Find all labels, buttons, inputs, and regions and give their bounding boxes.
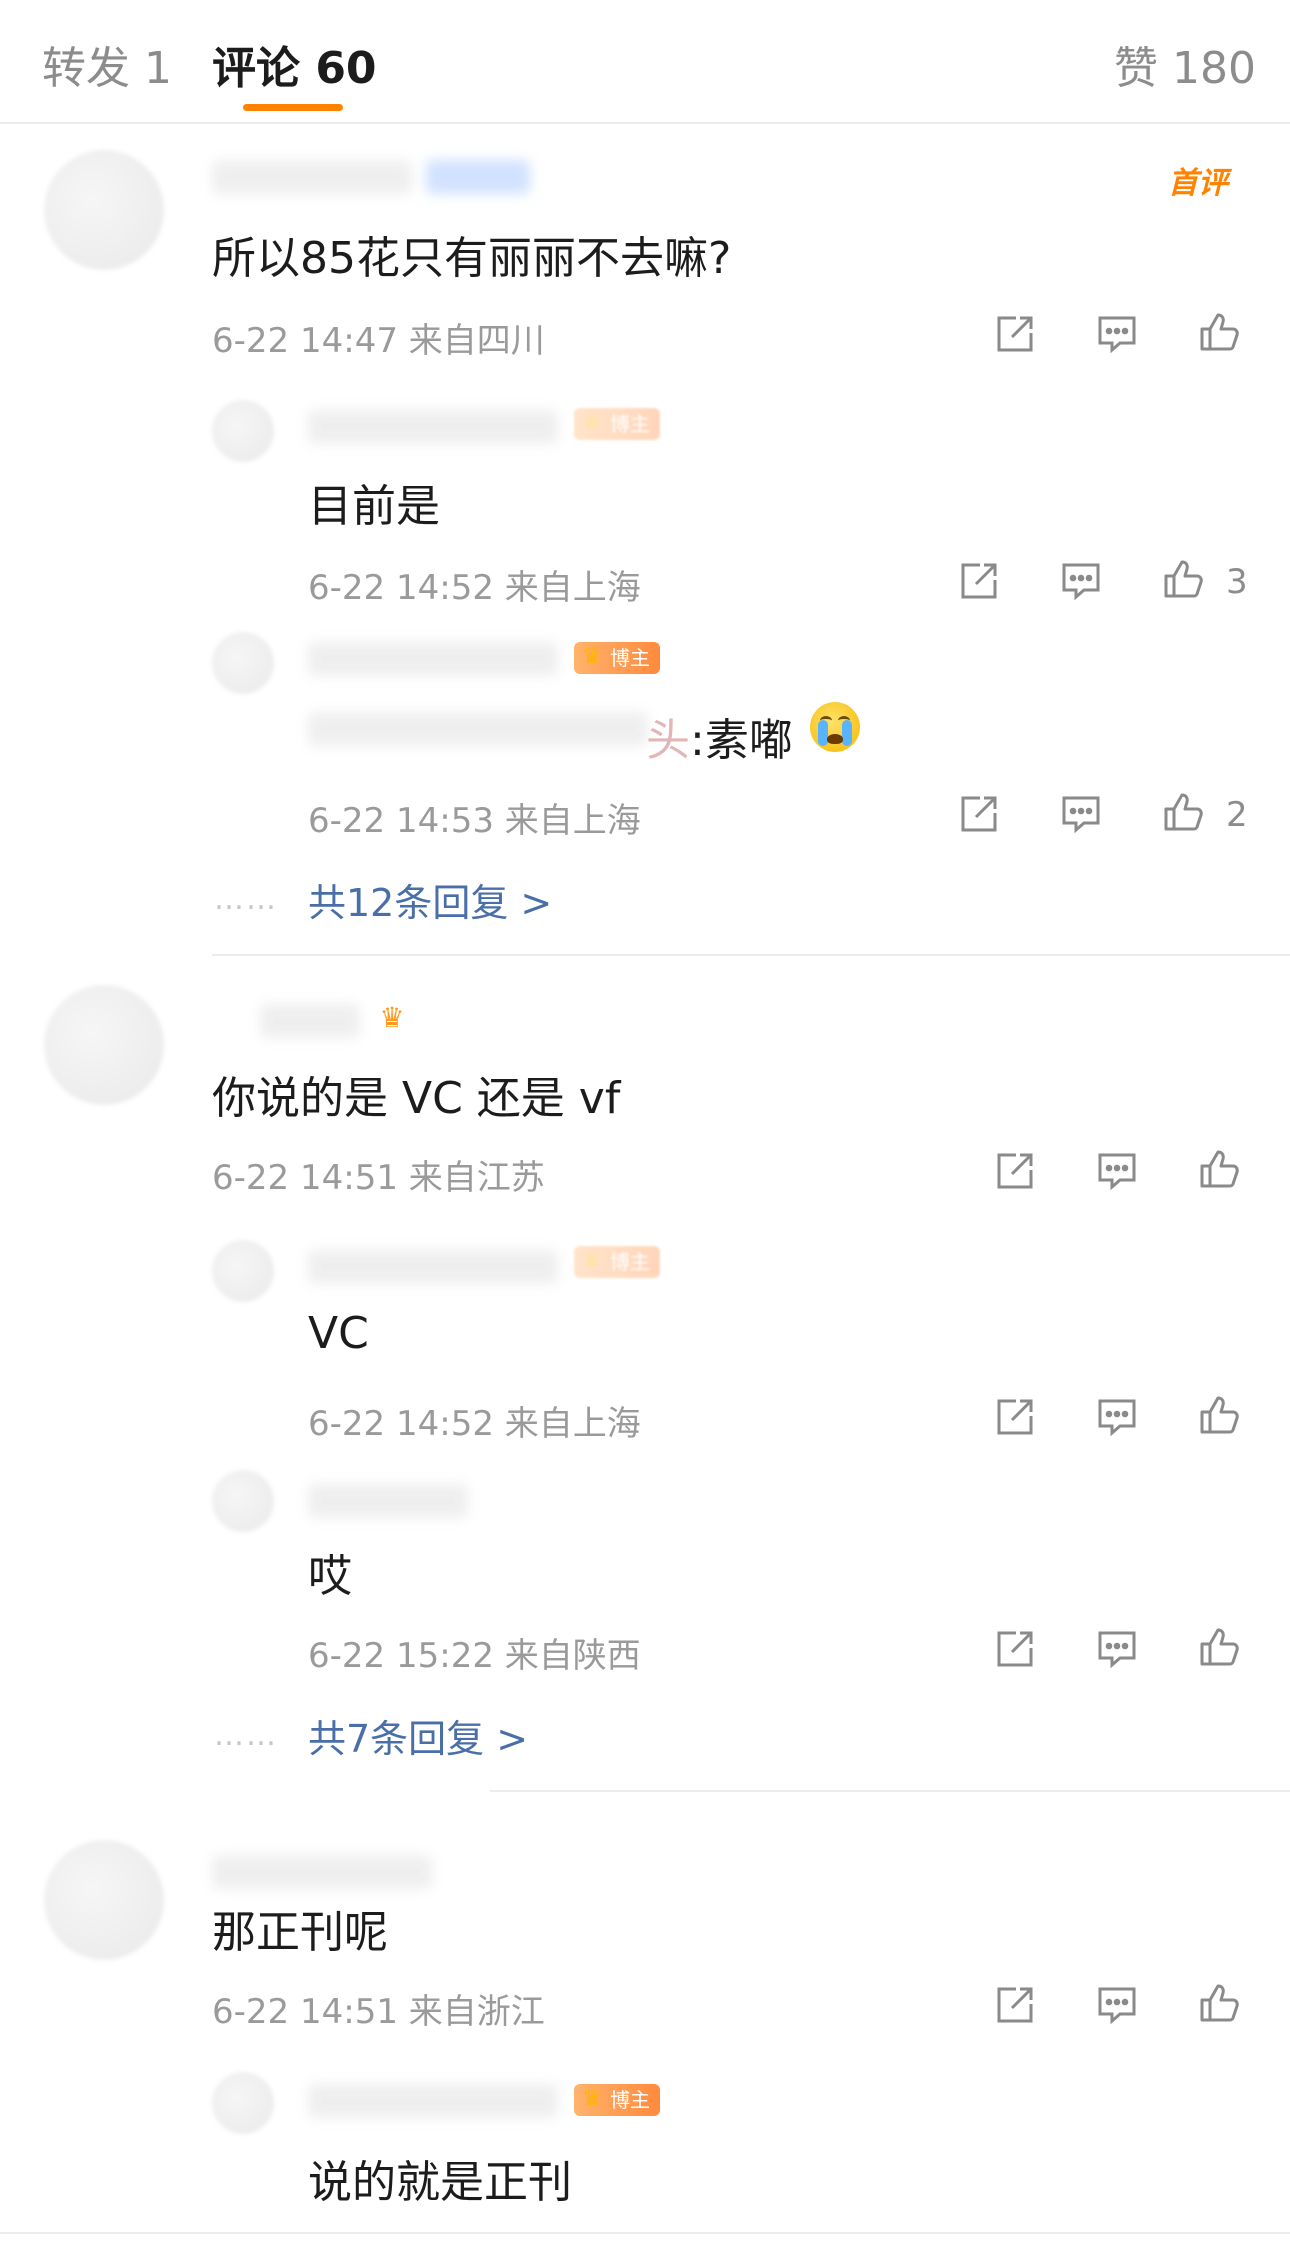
crown-badge-icon: ♛ xyxy=(379,1001,405,1034)
share-icon[interactable] xyxy=(994,1984,1036,2026)
active-tab-indicator xyxy=(243,104,343,111)
comment-icon[interactable] xyxy=(1096,1628,1138,1670)
avatar[interactable] xyxy=(44,1840,164,1960)
reply-meta: 6-22 14:53 来自上海 xyxy=(308,801,641,841)
crown-icon: ♛ xyxy=(582,410,602,435)
more-replies-link[interactable]: 共7条回复 > xyxy=(308,1708,528,1763)
comment-icon[interactable] xyxy=(1096,1396,1138,1438)
mention-blurred[interactable] xyxy=(308,712,648,746)
crown-icon: ♛ xyxy=(582,2086,602,2111)
like-count: 2 xyxy=(1226,795,1248,835)
share-icon[interactable] xyxy=(958,793,1000,835)
reply-text: 哎 xyxy=(308,1551,352,1602)
comment-text: 你说的是 VC 还是 vf xyxy=(212,1073,621,1124)
thumbs-up-icon[interactable] xyxy=(1198,1982,1240,2024)
share-icon[interactable] xyxy=(994,1396,1036,1438)
author-badge: ♛ 博主 xyxy=(574,642,660,674)
more-replies-dots: …… xyxy=(214,1718,278,1753)
author-badge: ♛ 博主 xyxy=(574,1246,660,1278)
like-count: 3 xyxy=(1226,562,1248,602)
comment-divider xyxy=(490,1790,1290,1792)
reply-avatar[interactable] xyxy=(212,632,274,694)
reply-username-blurred[interactable] xyxy=(308,1484,468,1518)
tab-repost[interactable]: 转发 1 xyxy=(42,32,172,96)
reply-text: VC xyxy=(308,1308,369,1359)
thumbs-up-icon[interactable] xyxy=(1198,1148,1240,1190)
share-icon[interactable] xyxy=(994,313,1036,355)
reply-avatar[interactable] xyxy=(212,2072,274,2134)
reply-meta: 6-22 14:52 来自上海 xyxy=(308,568,641,608)
share-icon[interactable] xyxy=(994,1628,1036,1670)
comment-icon[interactable] xyxy=(1060,560,1102,602)
comment-text: 所以85花只有丽丽不去嘛? xyxy=(212,233,732,284)
comment-icon[interactable] xyxy=(1096,313,1138,355)
comment-icon[interactable] xyxy=(1096,1984,1138,2026)
thumbs-up-icon[interactable] xyxy=(1162,558,1204,600)
reply-username-blurred[interactable] xyxy=(308,642,558,676)
thumbs-up-icon[interactable] xyxy=(1198,1626,1240,1668)
comment-icon[interactable] xyxy=(1096,1150,1138,1192)
crying-emoji-icon xyxy=(810,702,860,752)
comment-icon[interactable] xyxy=(1060,793,1102,835)
author-badge: ♛ 博主 xyxy=(574,2084,660,2116)
reply-text: 说的就是正刊 xyxy=(308,2157,572,2208)
crown-icon: ♛ xyxy=(582,1248,602,1273)
reply-text: 目前是 xyxy=(308,481,440,532)
reply-avatar[interactable] xyxy=(212,1470,274,1532)
comment-meta: 6-22 14:51 来自浙江 xyxy=(212,1992,545,2032)
comment-meta: 6-22 14:51 来自江苏 xyxy=(212,1158,545,1198)
avatar[interactable] xyxy=(44,985,164,1105)
username-blurred[interactable] xyxy=(212,160,412,194)
username-blurred[interactable] xyxy=(260,1004,360,1038)
avatar[interactable] xyxy=(44,150,164,270)
tab-likes[interactable]: 赞 180 xyxy=(1114,32,1256,96)
bottom-divider xyxy=(0,2232,1290,2234)
author-badge: ♛ 博主 xyxy=(574,408,660,440)
comment-divider xyxy=(212,954,1290,956)
more-replies-link[interactable]: 共12条回复 > xyxy=(308,872,552,927)
reply-username-blurred[interactable] xyxy=(308,410,558,444)
thumbs-up-icon[interactable] xyxy=(1198,1394,1240,1436)
reply-text: :素嘟 xyxy=(690,715,793,766)
reply-username-blurred[interactable] xyxy=(308,2084,558,2118)
reply-avatar[interactable] xyxy=(212,1240,274,1302)
reply-username-blurred[interactable] xyxy=(308,1250,558,1284)
reply-meta: 6-22 15:22 来自陕西 xyxy=(308,1636,641,1676)
crown-icon: ♛ xyxy=(582,644,602,669)
comment-meta: 6-22 14:47 来自四川 xyxy=(212,321,545,361)
first-comment-tag: 首评 xyxy=(1168,166,1228,201)
reply-meta: 6-22 14:52 来自上海 xyxy=(308,1404,641,1444)
more-replies-dots: …… xyxy=(214,882,278,917)
thumbs-up-icon[interactable] xyxy=(1162,791,1204,833)
user-level-badge xyxy=(426,160,530,194)
username-blurred[interactable] xyxy=(212,1855,432,1889)
share-icon[interactable] xyxy=(958,560,1000,602)
reply-avatar[interactable] xyxy=(212,400,274,462)
tab-comments[interactable]: 评论 60 xyxy=(212,32,377,96)
comment-tabs: 转发 1 评论 60 赞 180 xyxy=(0,0,1290,124)
mention-fragment[interactable]: 头 xyxy=(646,704,690,768)
thumbs-up-icon[interactable] xyxy=(1198,311,1240,353)
comment-text: 那正刊呢 xyxy=(212,1907,388,1958)
share-icon[interactable] xyxy=(994,1150,1036,1192)
